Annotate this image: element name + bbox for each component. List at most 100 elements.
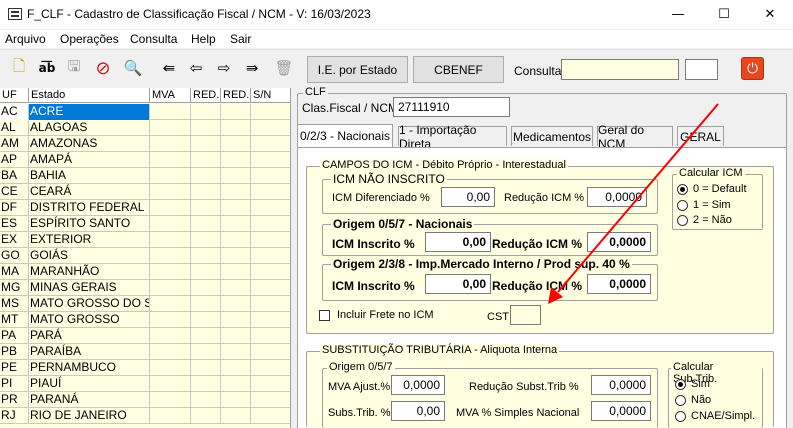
column-header-red2[interactable]: RED.: [221, 88, 251, 103]
previous-record-icon[interactable]: ⇦: [186, 58, 206, 78]
calcular-icm-nao-radio[interactable]: [677, 215, 688, 226]
tab-importacao-direta[interactable]: 1 - Importação Direta: [398, 123, 507, 151]
states-grid[interactable]: UF Estado MVA RED. RED. S/N AC ACRE AL ALAG…: [0, 88, 291, 428]
column-header-estado[interactable]: Estado: [29, 88, 150, 103]
incluir-frete-checkbox[interactable]: [319, 310, 330, 321]
table-row[interactable]: EX EXTERIOR: [0, 232, 290, 248]
tab-geral[interactable]: GERAL: [677, 126, 724, 146]
tab-geral-ncm[interactable]: Geral do NCM: [597, 123, 673, 151]
table-row[interactable]: PB PARAÍBA: [0, 344, 290, 360]
row-cell-sn: [251, 312, 290, 328]
ie-por-estado-button[interactable]: I.E. por Estado: [307, 56, 408, 83]
table-row[interactable]: MSMATO GROSSO DO SUL: [0, 296, 290, 312]
table-row[interactable]: MA MARANHÃO: [0, 264, 290, 280]
subs-trib-input[interactable]: 0,00: [391, 401, 445, 421]
column-header-red1[interactable]: RED.: [191, 88, 221, 103]
tab-nacionais[interactable]: 0/2/3 - Nacionais: [297, 124, 393, 147]
table-row[interactable]: GO GOIÁS: [0, 248, 290, 264]
reducao-icm-nacionais-input[interactable]: 0,0000: [587, 232, 651, 252]
column-header-mva[interactable]: MVA: [150, 88, 191, 103]
mva-simples-nacional-input[interactable]: 0,0000: [591, 401, 651, 421]
calcular-sub-trib-sim-radio[interactable]: [675, 379, 686, 390]
grid-scrollbar[interactable]: [291, 88, 296, 428]
table-row[interactable]: AC ACRE: [0, 104, 290, 120]
column-header-sn[interactable]: S/N: [251, 88, 290, 103]
first-record-icon[interactable]: ⇚: [159, 58, 179, 78]
window-title: F_CLF - Cadastro de Classificação Fiscal…: [27, 7, 371, 21]
table-row[interactable]: CE CEARÁ: [0, 184, 290, 200]
table-row[interactable]: DF DISTRITO FEDERAL: [0, 200, 290, 216]
table-row[interactable]: MT MATO GROSSO: [0, 312, 290, 328]
row-cell-r1: [191, 200, 221, 216]
close-button[interactable]: ✕: [747, 0, 793, 29]
row-uf: MG: [0, 280, 29, 296]
row-uf: MT: [0, 312, 29, 328]
calcular-sub-trib-group: Calcular Sub.Trib. Sim Não CNAE/Simpl.: [668, 361, 763, 428]
menu-arquivo[interactable]: Arquivo: [5, 32, 46, 46]
calcular-icm-title: Calcular ICM: [677, 167, 745, 179]
icm-inscrito-importado-input[interactable]: 0,00: [425, 274, 491, 294]
calcular-icm-sim-radio[interactable]: [677, 200, 688, 211]
reducao-icm-importado-input[interactable]: 0,0000: [587, 274, 651, 294]
icm-inscrito-input[interactable]: 0,00: [425, 232, 491, 252]
reducao-subst-trib-input[interactable]: 0,0000: [591, 375, 651, 395]
row-cell-r2: [221, 232, 251, 248]
table-row[interactable]: ES ESPÍRITO SANTO: [0, 216, 290, 232]
row-cell-r2: [221, 104, 251, 120]
table-row[interactable]: PA PARÁ: [0, 328, 290, 344]
icm-inscrito-importado-label: ICM Inscrito %: [332, 279, 415, 293]
search-icon[interactable]: 🔍: [123, 58, 143, 78]
menu-help[interactable]: Help: [191, 32, 216, 46]
row-cell-mva: [150, 312, 191, 328]
origem-nacionais-group: Origem 0/5/7 - Nacionais ICM Inscrito % …: [322, 217, 658, 256]
consulta-input[interactable]: [561, 59, 679, 80]
mva-ajust-label: MVA Ajust.%: [328, 381, 391, 393]
row-cell-r2: [221, 376, 251, 392]
table-row[interactable]: AL ALAGOAS: [0, 120, 290, 136]
menu-operacoes[interactable]: Operações: [60, 32, 119, 46]
delete-trash-icon[interactable]: 🗑: [274, 58, 294, 78]
st-origem-group: Origem 0/5/7 MVA Ajust.% 0,0000 Redução …: [322, 361, 658, 428]
menu-consulta[interactable]: Consulta: [130, 32, 177, 46]
row-uf: DF: [0, 200, 29, 216]
cancel-icon[interactable]: ⊘: [93, 58, 113, 79]
tab-medicamentos[interactable]: Medicamentos: [511, 126, 593, 146]
ncm-input[interactable]: 27111910: [393, 97, 510, 117]
row-cell-r2: [221, 328, 251, 344]
consulta-extra-input[interactable]: [685, 59, 718, 80]
calcular-sub-trib-cnae-radio[interactable]: [675, 411, 686, 422]
save-icon[interactable]: 🖫: [64, 57, 84, 78]
row-cell-mva: [150, 328, 191, 344]
table-row[interactable]: PR PARANÁ: [0, 392, 290, 408]
column-header-uf[interactable]: UF: [0, 88, 29, 103]
row-cell-sn: [251, 232, 290, 248]
table-row[interactable]: MG MINAS GERAIS: [0, 280, 290, 296]
cst-input[interactable]: [510, 305, 541, 325]
table-row[interactable]: PI PIAUÍ: [0, 376, 290, 392]
abc-edit-icon[interactable]: a͞b: [37, 58, 57, 78]
calcular-sub-trib-nao-radio[interactable]: [675, 395, 686, 406]
calcular-icm-default-label: 0 = Default: [693, 183, 747, 195]
maximize-button[interactable]: ☐: [701, 0, 747, 29]
calcular-icm-default-radio[interactable]: [677, 184, 688, 195]
table-row[interactable]: AM AMAZONAS: [0, 136, 290, 152]
minimize-button[interactable]: —: [655, 0, 701, 29]
title-bar: F_CLF - Cadastro de Classificação Fiscal…: [0, 0, 793, 29]
icm-diferenciado-input[interactable]: 0,00: [441, 187, 495, 207]
table-row[interactable]: RJ RIO DE JANEIRO: [0, 408, 290, 424]
cbenef-button[interactable]: CBENEF: [413, 56, 504, 83]
table-row[interactable]: BA BAHIA: [0, 168, 290, 184]
next-record-icon[interactable]: ⇨: [214, 58, 234, 78]
reducao-icm-nao-inscrito-input[interactable]: 0,0000: [587, 187, 647, 207]
menu-sair[interactable]: Sair: [230, 32, 251, 46]
row-uf: MA: [0, 264, 29, 280]
table-row[interactable]: AP AMAPÁ: [0, 152, 290, 168]
table-row[interactable]: PE PERNAMBUCO: [0, 360, 290, 376]
reducao-subst-trib-label: Redução Subst.Trib %: [469, 381, 579, 393]
new-document-icon[interactable]: 🗋: [9, 57, 29, 78]
exit-power-button[interactable]: ⏻: [741, 57, 764, 80]
last-record-icon[interactable]: ⇛: [242, 58, 262, 78]
row-estado: MINAS GERAIS: [29, 280, 150, 296]
mva-ajust-input[interactable]: 0,0000: [391, 375, 445, 395]
row-estado: AMAPÁ: [29, 152, 150, 168]
